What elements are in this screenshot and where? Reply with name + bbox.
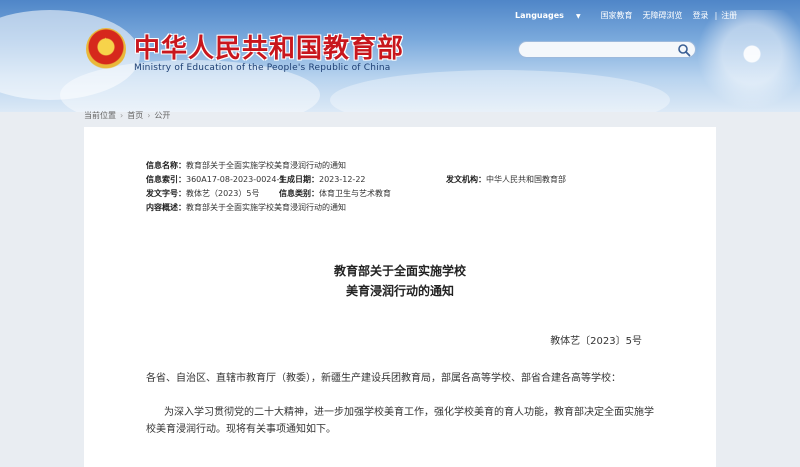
info-label: 信息名称： xyxy=(146,161,186,170)
site-header: ★ 中华人民共和国教育部 Ministry of Education of th… xyxy=(0,0,800,112)
info-label: 生成日期： xyxy=(279,175,319,184)
site-subtitle: Ministry of Education of the People's Re… xyxy=(134,63,391,73)
info-value: 360A17-08-2023-0024-1 xyxy=(186,175,285,184)
info-label: 信息类别： xyxy=(279,189,319,198)
breadcrumb-public[interactable]: 公开 xyxy=(154,111,170,120)
dandelion-decoration xyxy=(680,10,800,112)
languages-menu[interactable]: Languages ▼ xyxy=(515,11,591,20)
info-label: 发文机构： xyxy=(446,175,486,184)
info-value: 中华人民共和国教育部 xyxy=(486,175,566,184)
document-number: 教体艺〔2023〕5号 xyxy=(550,336,642,347)
info-value: 教体艺（2023）5号 xyxy=(186,189,260,198)
site-title: 中华人民共和国教育部 xyxy=(134,34,405,64)
document-title-line: 教育部关于全面实施学校 xyxy=(333,264,466,278)
separator: | xyxy=(714,10,718,20)
top-links: Languages ▼ 国家教育 无障碍浏览 登录 | 注册 xyxy=(515,8,747,22)
info-value: 体育卫生与艺术教育 xyxy=(319,189,391,198)
info-label: 发文字号： xyxy=(146,189,186,198)
info-value: 2023-12-22 xyxy=(319,175,366,184)
link-accessibility[interactable]: 无障碍浏览 xyxy=(643,10,683,21)
cloud-decoration xyxy=(330,70,670,112)
breadcrumb-arrow-icon: › xyxy=(147,111,151,120)
link-register[interactable]: 注册 xyxy=(721,10,737,21)
content-panel: 信息名称：教育部关于全面实施学校美育浸润行动的通知 信息索引：360A17-08… xyxy=(84,127,716,467)
info-value: 教育部关于全面实施学校美育浸润行动的通知 xyxy=(186,161,346,170)
breadcrumb: 当前位置 › 首页 › 公开 xyxy=(84,110,170,121)
info-label: 信息索引： xyxy=(146,175,186,184)
recipients-paragraph: 各省、自治区、直辖市教育厅（教委），新疆生产建设兵团教育局，部属各高等学校、部省… xyxy=(146,373,621,384)
document-title: 教育部关于全面实施学校 美育浸润行动的通知 xyxy=(84,261,716,301)
search-icon[interactable] xyxy=(677,43,691,57)
info-value: 教育部关于全面实施学校美育浸润行动的通知 xyxy=(186,203,346,212)
breadcrumb-label: 当前位置 xyxy=(84,111,116,120)
link-login[interactable]: 登录 xyxy=(693,10,709,21)
national-emblem-icon: ★ xyxy=(86,28,126,70)
link-national-education[interactable]: 国家教育 xyxy=(601,10,633,21)
search-input[interactable] xyxy=(527,47,677,63)
breadcrumb-home[interactable]: 首页 xyxy=(127,111,143,120)
document-title-line: 美育浸润行动的通知 xyxy=(345,284,454,298)
info-label: 内容概述： xyxy=(146,203,186,212)
chevron-down-icon: ▼ xyxy=(575,12,581,20)
body-paragraph: 为深入学习贯彻党的二十大精神，进一步加强学校美育工作，强化学校美育的育人功能，教… xyxy=(146,407,654,435)
breadcrumb-arrow-icon: › xyxy=(120,111,124,120)
search-box xyxy=(518,41,696,63)
